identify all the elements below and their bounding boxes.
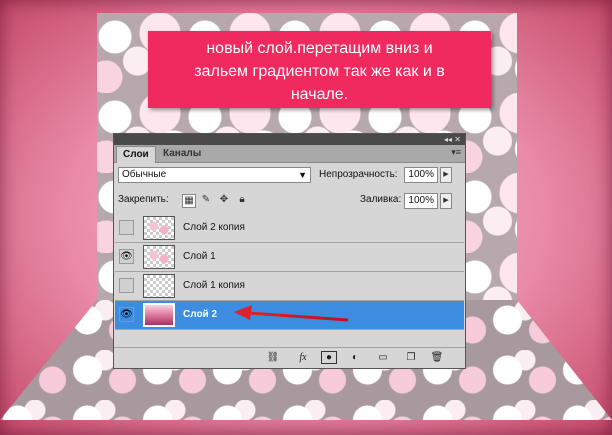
chevron-down-icon: ▼	[298, 170, 307, 180]
blend-mode-select[interactable]: Обычные ▼	[118, 167, 311, 183]
layer-style-fx-icon[interactable]: fx	[294, 351, 312, 365]
adjustment-layer-icon[interactable]: ◐	[348, 351, 362, 365]
lock-label: Закрепить:	[118, 194, 169, 205]
layer-row[interactable]: Слой 2 копия	[115, 214, 464, 243]
lock-transparency-icon[interactable]: ▦	[182, 194, 196, 208]
lock-all-icon[interactable]: 🔒︎	[236, 194, 248, 206]
add-mask-icon[interactable]: ●	[321, 351, 337, 364]
opacity-label: Непрозрачность:	[319, 169, 398, 180]
tab-channels[interactable]: Каналы	[157, 146, 207, 162]
visibility-toggle-empty[interactable]	[119, 220, 134, 235]
layer-name: Слой 1 копия	[183, 280, 245, 291]
eye-icon[interactable]: 👁︎	[119, 307, 134, 322]
panel-footer: ⛓ fx ● ◐ ▭ ❐ 🗑︎	[114, 347, 465, 368]
layers-panel: ◂◂ ✕ Слои Каналы ▾≡ Обычные ▼ Непрозрачн…	[113, 133, 466, 369]
layer-name: Слой 2 копия	[183, 222, 245, 233]
link-layers-icon[interactable]: ⛓	[264, 351, 282, 365]
layer-thumbnail-gradient	[143, 303, 175, 327]
panel-menu-icon[interactable]: ▾≡	[451, 147, 461, 158]
new-layer-icon[interactable]: ❐	[404, 351, 418, 365]
fill-field[interactable]: 100%	[404, 193, 438, 209]
lock-move-icon[interactable]: ✥	[218, 194, 230, 206]
collapse-close-icon[interactable]: ◂◂ ✕	[444, 134, 461, 145]
tab-layers[interactable]: Слои	[116, 146, 156, 163]
visibility-toggle-empty[interactable]	[119, 278, 134, 293]
layer-name: Слой 1	[183, 251, 216, 262]
layer-thumbnail	[143, 245, 175, 269]
lock-fill-row: Закрепить: ▦ ✎ ✥ 🔒︎ Заливка: 100% ▶	[118, 191, 461, 211]
layer-name: Слой 2	[183, 309, 218, 320]
new-group-folder-icon[interactable]: ▭	[376, 351, 390, 365]
panel-titlebar[interactable]: ◂◂ ✕	[114, 134, 465, 145]
layer-thumbnail	[143, 274, 175, 298]
fill-slider-arrow-icon[interactable]: ▶	[440, 193, 452, 209]
caption-line-1: новый слой.перетащим вниз и	[206, 40, 433, 57]
fill-label: Заливка:	[360, 194, 402, 205]
red-pointer-arrow	[234, 305, 349, 322]
caption-line-2: зальем градиентом так же как и в	[194, 63, 445, 80]
lock-brush-icon[interactable]: ✎	[200, 194, 212, 206]
blend-opacity-row: Обычные ▼ Непрозрачность: 100% ▶	[118, 165, 461, 185]
instruction-caption: новый слой.перетащим вниз и зальем гради…	[148, 31, 491, 108]
eye-icon[interactable]: 👁︎	[119, 249, 134, 264]
layer-row[interactable]: 👁︎ Слой 1	[115, 243, 464, 272]
caption-line-3: начале.	[290, 86, 349, 103]
opacity-slider-arrow-icon[interactable]: ▶	[440, 167, 452, 183]
opacity-field[interactable]: 100%	[404, 167, 438, 183]
blend-mode-value: Обычные	[122, 169, 167, 180]
trash-icon[interactable]: 🗑︎	[430, 351, 444, 365]
layer-row[interactable]: Слой 1 копия	[115, 272, 464, 301]
panel-tabs: Слои Каналы ▾≡	[114, 145, 465, 163]
layer-thumbnail	[143, 216, 175, 240]
